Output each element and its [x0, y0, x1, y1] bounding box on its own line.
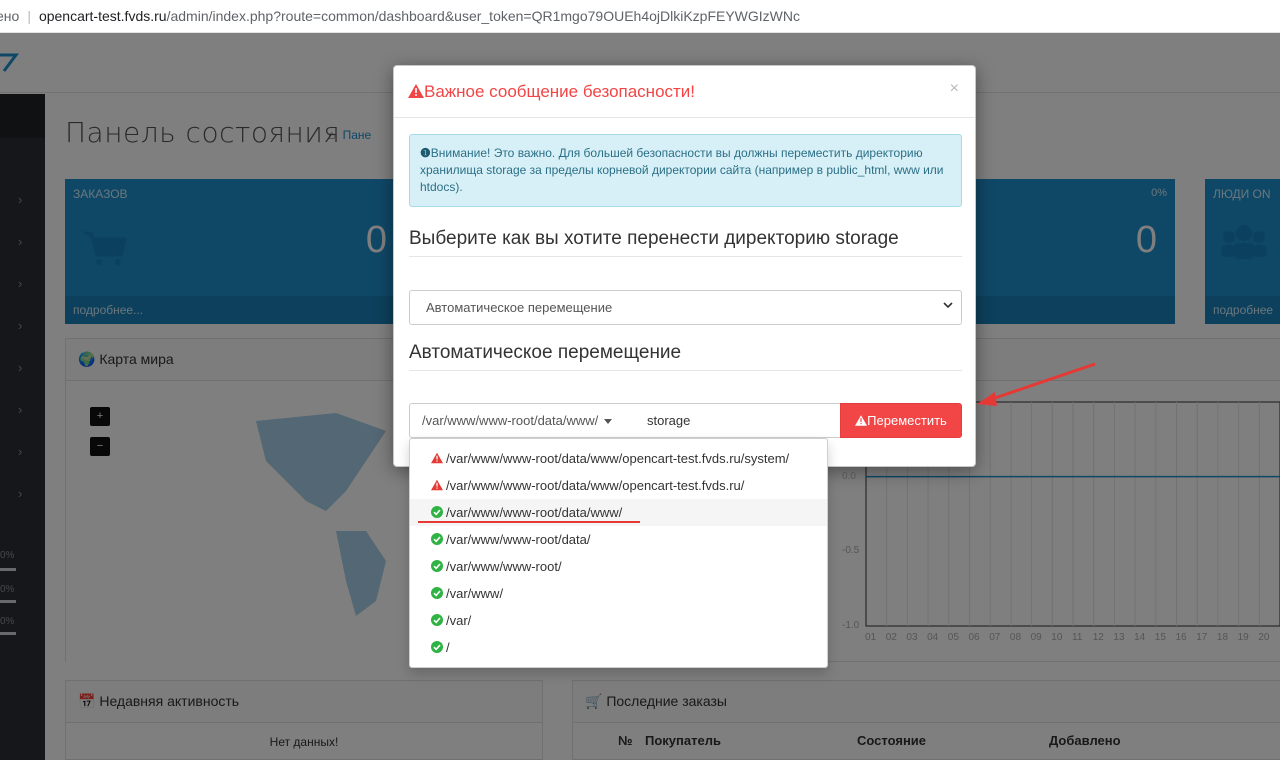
browser-url-bar[interactable]: ено | opencart-test.fvds.ru /admin/index… [0, 0, 1280, 33]
dropdown-item-label: /var/www/ [446, 586, 504, 601]
select-value: Автоматическое перемещение [426, 300, 613, 315]
section-title: Выберите как вы хотите перенести директо… [409, 228, 899, 249]
dropdown-item[interactable]: /var/www/ [410, 580, 827, 607]
chart-x-tick-label: 18 [1216, 632, 1229, 643]
dropdown-item[interactable]: /var/www/www-root/data/www/opencart-test… [410, 472, 827, 499]
chart-x-tick-label: 09 [1030, 632, 1042, 643]
url-prefix: ено [0, 8, 20, 24]
dropdown-item-label: /var/www/www-root/data/www/opencart-test… [446, 478, 745, 493]
chart-x-tick-label: 06 [968, 632, 980, 643]
check-circle-icon [431, 533, 443, 545]
check-circle-icon [431, 506, 443, 518]
chart-x-tick-label: 11 [1072, 632, 1083, 643]
check-circle-icon [431, 614, 443, 626]
chart-x-tick-label: 19 [1237, 632, 1249, 643]
check-circle-icon [431, 560, 443, 572]
auto-move-title: Автоматическое перемещение [409, 342, 682, 363]
divider [409, 370, 962, 371]
check-circle-icon [431, 641, 443, 653]
dropdown-item[interactable]: /var/www/www-root/data/ [410, 526, 827, 553]
storage-name-input[interactable]: storage [635, 403, 841, 438]
caret-down-icon [604, 419, 613, 425]
chart-x-tick-label: 15 [1154, 632, 1166, 643]
chart-x-tick-label: 08 [1009, 632, 1022, 643]
warning-icon [431, 479, 443, 491]
chart-x-tick-label: 14 [1134, 632, 1146, 643]
annotation-arrow-icon [977, 362, 1096, 406]
dropdown-item-label: / [446, 640, 450, 655]
info-circle-icon: ❶ [420, 146, 431, 160]
security-modal: Важное сообщение безопасности! × ❶Вниман… [393, 65, 976, 467]
chart-x-tick-label: 13 [1113, 632, 1125, 643]
dropdown-item[interactable]: /var/www/www-root/ [410, 553, 827, 580]
chart-y-tick-label: 0.0 [842, 470, 856, 482]
url-path: /admin/index.php?route=common/dashboard&… [166, 8, 800, 24]
chart-y-tick-label: -1.0 [842, 620, 860, 631]
chevron-down-icon [943, 302, 953, 309]
chart-x-tick-label: 17 [1196, 632, 1208, 643]
chart-x-tick-label: 10 [1051, 632, 1063, 643]
directory-value: /var/www/www-root/data/www/ [422, 413, 599, 428]
check-circle-icon [431, 587, 443, 599]
move-button[interactable]: Переместить [840, 403, 962, 438]
chart-x-tick-label: 07 [989, 632, 1001, 643]
warning-icon [855, 415, 868, 426]
chart-x-tick-label: 03 [906, 632, 918, 643]
chart-x-tick-label: 04 [927, 632, 939, 643]
directory-dropdown-button[interactable]: /var/www/www-root/data/www/ [409, 403, 636, 438]
directory-dropdown-menu: /var/www/www-root/data/www/opencart-test… [409, 438, 828, 668]
annotation-underline [418, 521, 640, 523]
divider [409, 256, 962, 257]
info-alert: ❶Внимание! Это важно. Для большей безопа… [409, 134, 962, 207]
chart-y-tick-label: -0.5 [842, 545, 860, 557]
url-host: opencart-test.fvds.ru [38, 8, 167, 24]
warning-icon [408, 84, 424, 98]
chart-x-tick-label: 12 [1092, 632, 1104, 643]
dropdown-item[interactable]: /var/www/www-root/data/www/opencart-test… [410, 445, 827, 472]
chart-x-tick-label: 05 [947, 632, 959, 643]
url-separator: | [27, 8, 31, 24]
dropdown-item-label: /var/www/www-root/data/www/opencart-test… [446, 451, 790, 466]
move-button-label: Переместить [867, 413, 947, 428]
dropdown-item-label: /var/ [446, 613, 472, 628]
chart-x-tick-label: 20 [1258, 632, 1270, 643]
close-icon[interactable]: × [950, 80, 959, 98]
dropdown-item-label: /var/www/www-root/ [446, 559, 562, 574]
alert-text: Внимание! Это важно. Для большей безопас… [420, 146, 944, 194]
dropdown-item-label: /var/www/www-root/data/ [446, 532, 591, 547]
warning-icon [431, 452, 443, 464]
dropdown-item[interactable]: /var/ [410, 607, 827, 634]
dropdown-item-label: /var/www/www-root/data/www/ [446, 505, 623, 520]
modal-header: Важное сообщение безопасности! × [394, 66, 975, 118]
modal-title: Важное сообщение безопасности! [424, 82, 696, 101]
chart-x-tick-label: 02 [885, 632, 897, 643]
move-method-select[interactable]: Автоматическое перемещение [409, 290, 962, 325]
dropdown-item[interactable]: / [410, 634, 827, 661]
chart-x-tick-label: 16 [1175, 632, 1187, 643]
chart-x-tick-label: 01 [865, 632, 877, 643]
